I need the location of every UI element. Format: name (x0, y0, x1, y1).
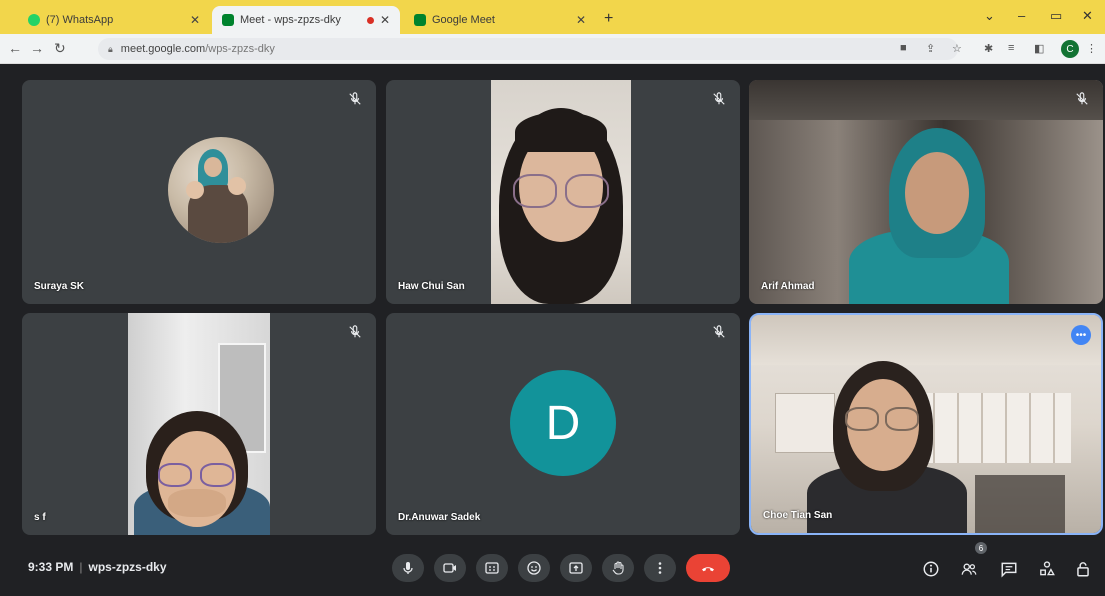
recording-dot-icon (366, 16, 374, 24)
meeting-code: wps-zpzs-dky (88, 560, 167, 574)
meeting-details-button[interactable] (920, 558, 942, 580)
tab-meet[interactable]: Meet - wps-zpzs-dky ✕ (212, 6, 400, 34)
mic-off-icon (713, 92, 725, 105)
mic-off-icon (1076, 92, 1088, 105)
participant-name: Choe Tian San (763, 510, 833, 521)
present-icon (569, 562, 583, 574)
close-tab-icon[interactable]: ✕ (380, 13, 390, 27)
participant-tile-self[interactable]: ••• Choe Tian San (749, 313, 1103, 535)
tab-whatsapp[interactable]: (7) WhatsApp ✕ (18, 6, 210, 34)
emoji-icon (527, 561, 541, 575)
people-icon (961, 563, 977, 575)
participant-avatar (168, 137, 274, 243)
participant-video (128, 313, 270, 535)
extensions-icon[interactable]: ✱ (984, 42, 993, 55)
minimize-icon[interactable]: – (1018, 8, 1025, 23)
meeting-controls-bar: 9:33 PM | wps-zpzs-dky (0, 540, 1105, 596)
chat-icon (1001, 562, 1017, 578)
bookmark-star-icon[interactable]: ☆ (952, 42, 962, 55)
captions-icon (485, 562, 499, 574)
host-controls-button[interactable] (1072, 558, 1094, 580)
share-icon[interactable]: ⇪ (926, 42, 935, 55)
address-bar[interactable]: 🔒︎ meet.google.com/wps-zpzs-dky (98, 38, 958, 60)
close-tab-icon[interactable]: ✕ (190, 13, 200, 27)
raise-hand-icon (612, 561, 624, 575)
side-panel-icon[interactable]: ◧ (1034, 42, 1044, 55)
activities-button[interactable] (1036, 558, 1058, 580)
meet-icon (414, 14, 426, 26)
participant-name: s f (34, 512, 46, 523)
meet-icon (222, 14, 234, 26)
more-options-dots-icon[interactable]: ••• (1071, 325, 1091, 345)
participant-video (491, 80, 631, 304)
restore-icon[interactable]: ▭ (1050, 8, 1062, 24)
camera-button[interactable] (434, 554, 466, 582)
info-icon (923, 561, 939, 577)
reload-icon[interactable]: ↻ (54, 40, 66, 57)
new-tab-button[interactable]: + (604, 10, 613, 28)
emoji-button[interactable] (518, 554, 550, 582)
close-tab-icon[interactable]: ✕ (576, 13, 586, 27)
participant-tile[interactable]: Arif Ahmad (749, 80, 1103, 304)
end-call-icon (702, 567, 714, 572)
meeting-time: 9:33 PM (28, 560, 74, 574)
raise-hand-button[interactable] (602, 554, 634, 582)
browser-toolbar: ← → ↻ 🔒︎ meet.google.com/wps-zpzs-dky ■ … (0, 34, 1105, 64)
close-window-icon[interactable]: ✕ (1082, 8, 1093, 24)
activities-icon (1040, 561, 1055, 576)
profile-avatar[interactable]: C (1061, 40, 1079, 58)
whatsapp-icon (28, 14, 40, 26)
mic-icon (403, 562, 413, 574)
tab-strip: (7) WhatsApp ✕ Meet - wps-zpzs-dky ✕ Goo… (0, 0, 1105, 34)
forward-icon[interactable]: → (30, 40, 44, 56)
participant-tile[interactable]: D Dr.Anuwar Sadek (386, 313, 740, 535)
participant-video (749, 80, 1103, 304)
mic-off-icon (349, 325, 361, 338)
participant-name: Arif Ahmad (761, 281, 815, 292)
participant-tile[interactable]: s f (22, 313, 376, 535)
captions-button[interactable] (476, 554, 508, 582)
meeting-separator: | (79, 560, 83, 574)
host-controls-icon (1077, 562, 1089, 577)
back-icon[interactable]: ← (8, 40, 22, 56)
meeting-info: 9:33 PM | wps-zpzs-dky (28, 560, 167, 574)
people-button[interactable] (958, 558, 980, 580)
present-button[interactable] (560, 554, 592, 582)
participant-avatar: D (510, 370, 616, 476)
url-path: /wps-zpzs-dky (205, 43, 275, 55)
tab-search-icon[interactable]: ⌄ (984, 8, 995, 24)
mic-off-icon (713, 325, 725, 338)
camera-in-use-icon[interactable]: ■ (900, 42, 907, 54)
end-call-button[interactable] (686, 554, 730, 582)
reading-list-icon[interactable]: ≡ (1008, 42, 1014, 54)
lock-icon: 🔒︎ (108, 43, 113, 54)
people-count-badge: 6 (975, 542, 987, 554)
more-options-button[interactable] (644, 554, 676, 582)
camera-icon (443, 563, 456, 573)
participant-tile[interactable]: Haw Chui San (386, 80, 740, 304)
chat-button[interactable] (998, 558, 1020, 580)
url-host: meet.google.com (120, 43, 206, 55)
participant-tile[interactable]: Suraya SK (22, 80, 376, 304)
participant-name: Haw Chui San (398, 281, 465, 292)
participant-name: Suraya SK (34, 281, 85, 292)
participant-name: Dr.Anuwar Sadek (398, 512, 481, 523)
mic-button[interactable] (392, 554, 424, 582)
tab-google-meet[interactable]: Google Meet ✕ (404, 6, 596, 34)
participant-video (751, 315, 1101, 533)
mic-off-icon (349, 92, 361, 105)
menu-dots-icon[interactable]: ⋮ (1086, 42, 1097, 55)
more-options-icon (658, 562, 662, 574)
